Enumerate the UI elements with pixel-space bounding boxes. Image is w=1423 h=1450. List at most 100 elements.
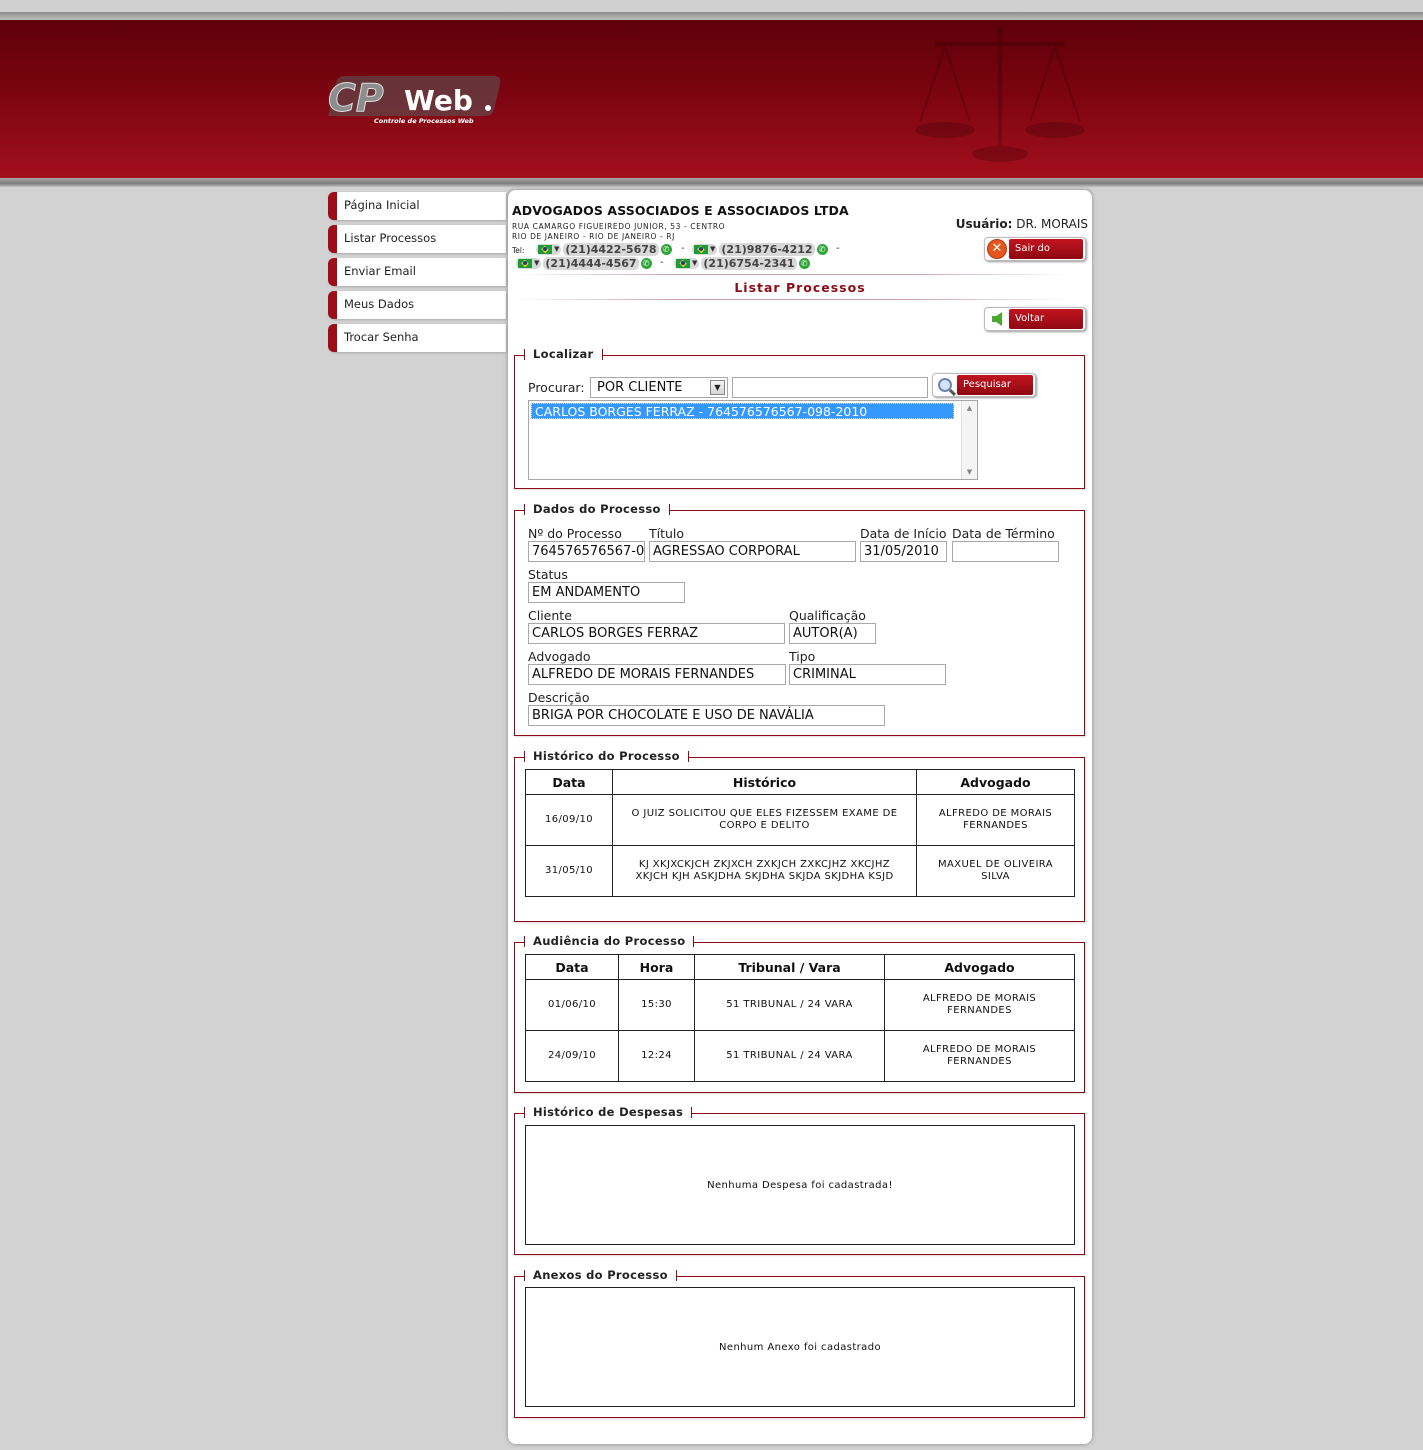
menu-item-listar-processos[interactable]: Listar Processos [328,225,506,253]
column-header: Advogado [884,954,1075,980]
user-name: DR. MORAIS [1016,217,1088,231]
table-cell: 31/05/10 [525,845,613,897]
numero-label: Nº do Processo [528,526,622,541]
cpweb-logo: CP Web Controle de Processos Web [328,76,501,125]
cliente-label: Cliente [528,608,572,623]
column-header: Data [525,769,613,795]
tel-label: Tel: [512,246,525,255]
table-row: 01/06/10 15:30 51 TRIBUNAL / 24 VARA ALF… [525,979,1075,1031]
company-name: ADVOGADOS ASSOCIADOS E ASSOCIADOS LTDA [512,203,849,218]
table-cell: ALFREDO DE MORAIS FERNANDES [884,979,1075,1031]
status-label: Status [528,567,568,582]
logout-button[interactable]: ✕ Sair do Sistema [984,237,1086,274]
table-cell: ALFREDO DE MORAIS FERNANDES [916,794,1075,846]
table-cell: 16/09/10 [525,794,613,846]
brazil-flag-icon [518,258,532,268]
numero-field[interactable]: 764576576567-098 [528,541,645,562]
despesas-section: Histórico de Despesas Nenhuma Despesa fo… [514,1105,1085,1255]
divider [512,299,1072,300]
descricao-field[interactable]: BRIGA POR CHOCOLATE E USO DE NAVÁLIA [528,705,885,726]
table-cell: 01/06/10 [525,979,619,1031]
descricao-label: Descrição [528,690,590,705]
search-icon [938,378,952,392]
header-bottom-line [0,178,1423,187]
svg-text:CP: CP [328,76,384,120]
phone-separator: - [681,243,685,254]
audiencia-section: Audiência do Processo Data Hora Tribunal… [514,934,1085,1093]
search-button[interactable]: Pesquisar [932,373,1036,397]
search-type-select[interactable]: POR CLIENTE ▼ [590,377,728,398]
back-button[interactable]: Voltar [984,307,1086,331]
data-inicio-field[interactable]: 31/05/2010 [860,541,947,562]
audiencia-table: Data Hora Tribunal / Vara Advogado 01/06… [525,954,1075,1082]
phone-separator: - [660,257,664,268]
table-row: 16/09/10 O JUIZ SOLICITOU QUE ELES FIZES… [525,794,1075,846]
table-header-row: Data Hora Tribunal / Vara Advogado [525,954,1075,980]
despesas-empty-message: Nenhuma Despesa foi cadastrada! [525,1125,1075,1245]
main-panel: ADVOGADOS ASSOCIADOS E ASSOCIADOS LTDA R… [508,190,1092,1444]
logo-tagline: Controle de Processos Web [374,117,474,125]
table-cell: O JUIZ SOLICITOU QUE ELES FIZESSEM EXAME… [612,794,917,846]
tipo-label: Tipo [789,649,816,664]
procurar-label: Procurar: [528,380,585,395]
historico-legend: Histórico do Processo [524,749,689,763]
phone-2[interactable]: ▼ (21)9876-4212 ✆ [692,242,828,256]
company-address-line2: RIO DE JANEIRO - RIO DE JANEIRO - RJ [512,232,675,241]
brazil-flag-icon [694,244,708,254]
company-address-line1: RUA CAMARGO FIGUEIREDO JUNIOR, 53 - CENT… [512,222,726,231]
table-cell: 51 TRIBUNAL / 24 VARA [694,979,885,1031]
table-cell: ALFREDO DE MORAIS FERNANDES [884,1030,1075,1082]
logout-button-label: Sair do Sistema [1009,239,1083,274]
tipo-field[interactable]: CRIMINAL [789,664,946,685]
phone-3[interactable]: ▼ (21)4444-4567 ✆ [516,256,652,270]
titulo-label: Título [649,526,685,541]
column-header: Tribunal / Vara [694,954,885,980]
titulo-field[interactable]: AGRESSAO CORPORAL [649,541,856,562]
scales-of-justice-icon [915,27,1085,162]
search-results-list[interactable]: CARLOS BORGES FERRAZ - 764576576567-098-… [528,400,978,480]
divider [512,274,1072,275]
localizar-section: Localizar Procurar: POR CLIENTE ▼ Pesqui… [514,347,1085,489]
status-field[interactable]: EM ANDAMENTO [528,582,685,603]
search-result-item[interactable]: CARLOS BORGES FERRAZ - 764576576567-098-… [531,403,954,419]
advogado-field[interactable]: ALFREDO DE MORAIS FERNANDES [528,664,786,685]
phone-icon: ✆ [816,243,828,255]
phone-icon: ✆ [640,257,652,269]
menu-item-trocar-senha[interactable]: Trocar Senha [328,324,506,352]
brazil-flag-icon [538,244,552,254]
advogado-label: Advogado [528,649,591,664]
scrollbar[interactable]: ▲ ▼ [961,401,977,479]
top-strip [0,0,1423,12]
page-title: Listar Processos [734,280,866,295]
data-termino-field[interactable] [952,541,1059,562]
menu-item-enviar-email[interactable]: Enviar Email [328,258,506,286]
side-menu: Página Inicial Listar Processos Enviar E… [328,192,506,357]
localizar-legend: Localizar [524,347,603,361]
qualificacao-label: Qualificação [789,608,866,623]
phone-4[interactable]: ▼ (21)6754-2341 ✆ [674,256,810,270]
despesas-legend: Histórico de Despesas [523,1105,693,1119]
table-cell: 15:30 [618,979,695,1031]
table-header-row: Data Histórico Advogado [525,769,1075,795]
chevron-down-icon: ▼ [710,380,725,395]
scroll-down-icon[interactable]: ▼ [962,465,977,479]
table-row: 31/05/10 KJ XKJXCKJCH ZKJXCH ZXKJCH ZXKC… [525,845,1075,897]
column-header: Hora [618,954,695,980]
phone-1[interactable]: ▼ (21)4422-5678 ✆ [536,242,672,256]
menu-item-meus-dados[interactable]: Meus Dados [328,291,506,319]
qualificacao-field[interactable]: AUTOR(A) [789,623,876,644]
svg-text:Web: Web [404,84,473,117]
user-info: Usuário: DR. MORAIS [956,217,1088,231]
scroll-up-icon[interactable]: ▲ [962,401,977,415]
search-button-label: Pesquisar [957,375,1033,395]
user-label: Usuário: [955,217,1013,231]
brazil-flag-icon [676,258,690,268]
column-header: Advogado [916,769,1075,795]
table-cell: 12:24 [618,1030,695,1082]
cliente-field[interactable]: CARLOS BORGES FERRAZ [528,623,785,644]
anexos-legend: Anexos do Processo [524,1268,677,1282]
table-cell: 51 TRIBUNAL / 24 VARA [694,1030,885,1082]
table-cell: MAXUEL DE OLIVEIRA SILVA [916,845,1075,897]
search-input[interactable] [732,377,928,398]
menu-item-pagina-inicial[interactable]: Página Inicial [328,192,506,220]
